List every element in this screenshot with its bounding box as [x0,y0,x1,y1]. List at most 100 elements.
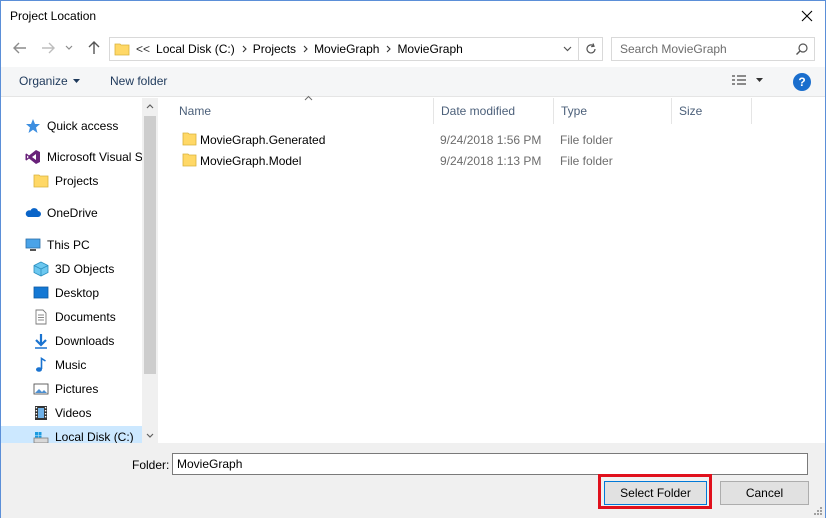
document-icon [33,309,49,325]
search-box[interactable] [611,37,815,61]
back-button[interactable] [11,39,29,57]
star-icon [25,118,41,134]
crumb-projects[interactable]: Projects [253,42,296,56]
nav-item-label: Microsoft Visual S [47,150,143,164]
nav-item-visual-studio[interactable]: Microsoft Visual S [25,146,143,168]
nav-item-label: This PC [47,238,90,252]
file-name: MovieGraph.Generated [200,133,326,147]
nav-pane-scrollbar[interactable] [142,98,158,443]
chevron-right-icon[interactable] [303,45,308,53]
window-title: Project Location [10,9,97,23]
nav-item-desktop[interactable]: Desktop [33,282,99,304]
nav-item-label: OneDrive [47,206,98,220]
chevron-right-icon[interactable] [242,45,247,53]
folder-icon [182,153,197,167]
scroll-down-button[interactable] [142,427,158,443]
folder-name-input[interactable] [172,453,808,475]
nav-item-local-disk[interactable]: Local Disk (C:) [1,426,142,443]
crumb-local-disk[interactable]: Local Disk (C:) [156,42,235,56]
nav-item-label: Music [55,358,87,372]
dialog-window: Project Location << Local Disk (C:) Proj… [0,0,826,518]
organize-button[interactable]: Organize [19,74,80,88]
nav-item-label: Documents [55,310,116,324]
table-row[interactable]: MovieGraph.Model 9/24/2018 1:13 PM File … [178,150,778,171]
new-folder-button[interactable]: New folder [110,74,167,88]
address-overflow[interactable]: << [136,42,150,56]
visual-studio-icon [25,149,41,165]
refresh-button[interactable] [579,37,603,61]
recent-locations-button[interactable] [63,39,75,57]
select-folder-button[interactable]: Select Folder [604,481,707,505]
folder-label: Folder: [132,458,170,472]
nav-item-videos[interactable]: Videos [33,402,91,424]
folder-icon [114,43,130,56]
search-input[interactable] [620,42,790,56]
address-dropdown-button[interactable] [556,38,578,60]
nav-item-label: Pictures [55,382,99,396]
crumb-moviegraph-current[interactable]: MovieGraph [397,42,462,56]
desktop-icon [33,285,49,301]
folder-icon [33,173,49,189]
nav-item-label: Videos [55,406,92,420]
nav-item-label: Projects [55,174,99,188]
nav-item-3d-objects[interactable]: 3D Objects [33,258,114,280]
up-button[interactable] [85,39,103,57]
dialog-footer: Folder: Select Folder Cancel [1,443,825,518]
music-icon [33,357,49,373]
nav-item-pictures[interactable]: Pictures [33,378,98,400]
search-icon [796,43,808,55]
refresh-icon [585,43,596,54]
close-button[interactable] [793,3,821,29]
chevron-up-icon [146,103,154,108]
file-type: File folder [560,154,613,168]
column-header-name[interactable]: Name [172,95,434,124]
nav-item-label: Local Disk (C:) [55,430,134,443]
nav-item-projects[interactable]: Projects [33,170,98,192]
column-header-label: Name [179,104,212,118]
column-header-size[interactable]: Size [672,98,752,124]
scroll-up-button[interactable] [142,98,158,114]
folder-icon [182,132,197,146]
arrow-right-icon [42,42,55,54]
pictures-icon [33,381,49,397]
nav-item-music[interactable]: Music [33,354,86,376]
cancel-button[interactable]: Cancel [720,481,809,505]
chevron-down-icon [65,45,73,50]
file-type: File folder [560,133,613,147]
computer-icon [25,237,41,253]
column-header-type[interactable]: Type [554,98,672,124]
arrow-up-icon [88,41,100,54]
scrollbar-thumb[interactable] [144,116,156,374]
navigation-row: << Local Disk (C:) Projects MovieGraph M… [1,35,825,63]
resize-grip-icon[interactable] [813,506,823,516]
caret-down-icon [756,78,763,82]
new-folder-label: New folder [110,74,168,88]
nav-item-onedrive[interactable]: OneDrive [25,202,98,224]
file-date: 9/24/2018 1:13 PM [440,154,542,168]
organize-label: Organize [19,74,68,88]
file-list: Name Date modified Type Size MovieGraph.… [166,95,825,443]
video-icon [33,405,49,421]
chevron-right-icon[interactable] [386,45,392,53]
nav-item-quick-access[interactable]: Quick access [25,115,118,137]
table-row[interactable]: MovieGraph.Generated 9/24/2018 1:56 PM F… [178,129,778,150]
column-header-date-modified[interactable]: Date modified [434,98,554,124]
chevron-down-icon [563,46,571,52]
forward-button[interactable] [39,39,57,57]
cube-icon [33,261,49,277]
file-name: MovieGraph.Model [200,154,302,168]
help-button[interactable]: ? [793,73,811,91]
change-view-button[interactable] [731,73,763,87]
column-header-label: Type [561,104,588,118]
crumb-moviegraph[interactable]: MovieGraph [314,42,379,56]
caret-down-icon [72,79,80,83]
nav-item-downloads[interactable]: Downloads [33,330,114,352]
drive-icon [33,429,49,443]
address-bar[interactable]: << Local Disk (C:) Projects MovieGraph M… [109,37,579,61]
column-header-label: Size [679,104,703,118]
arrow-left-icon [13,42,26,54]
nav-item-documents[interactable]: Documents [33,306,116,328]
sort-ascending-icon [304,95,313,101]
close-icon [801,10,813,22]
nav-item-this-pc[interactable]: This PC [25,234,90,256]
